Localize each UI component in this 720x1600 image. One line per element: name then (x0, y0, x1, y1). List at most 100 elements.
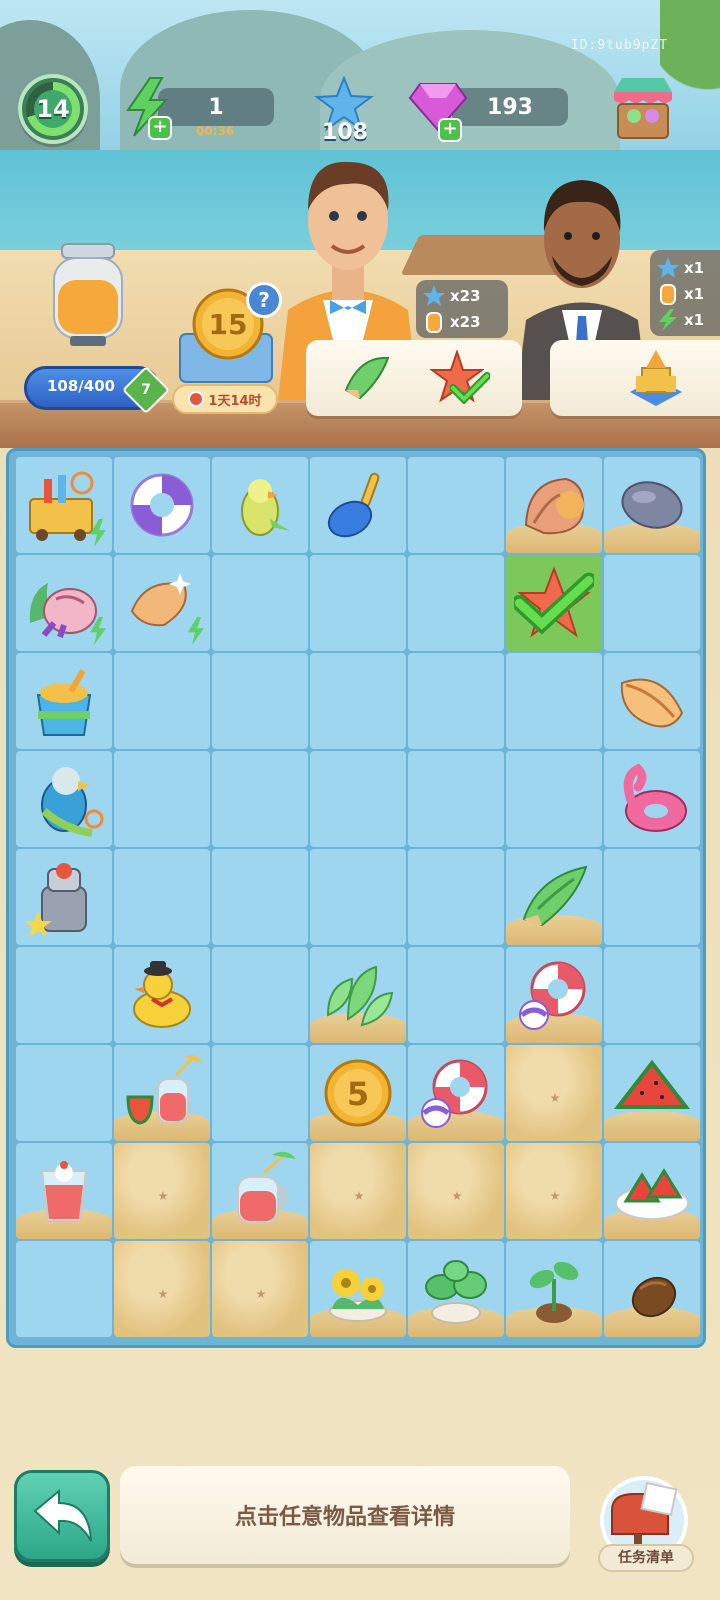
board-cell-empty[interactable] (310, 849, 406, 945)
task-list-label[interactable]: 任务清单 (598, 1544, 694, 1572)
board-cell[interactable] (212, 457, 308, 553)
shop-stall-icon[interactable] (612, 74, 674, 142)
board-cell-empty[interactable] (604, 555, 700, 651)
board-cell-empty[interactable] (212, 555, 308, 651)
board-cell-empty[interactable] (310, 653, 406, 749)
sand-tile[interactable] (310, 1143, 406, 1239)
board-cell[interactable] (16, 1143, 112, 1239)
board-cell-empty[interactable] (506, 751, 602, 847)
board-cell-empty[interactable] (212, 1045, 308, 1141)
level-badge[interactable]: 14 (18, 74, 88, 144)
requirement-row: x1 (656, 308, 704, 332)
parrot-big-icon (41, 767, 104, 837)
board-cell[interactable] (506, 1241, 602, 1337)
board-cell[interactable] (506, 849, 602, 945)
board-cell[interactable] (408, 1241, 504, 1337)
board-cell-empty[interactable] (16, 1241, 112, 1337)
player-id: ID:9tub9pZT (570, 38, 668, 53)
sand-tile[interactable] (506, 1045, 602, 1141)
board-cell[interactable] (114, 1045, 210, 1141)
board-cell[interactable] (506, 947, 602, 1043)
board-cell-empty[interactable] (310, 751, 406, 847)
board-cell-empty[interactable] (408, 555, 504, 651)
board-cell[interactable] (604, 457, 700, 553)
board-cell[interactable] (506, 457, 602, 553)
board-cell-empty[interactable] (114, 751, 210, 847)
sand-tile[interactable] (114, 1143, 210, 1239)
juicer-icon (24, 863, 87, 937)
requirement-row: x23 (422, 310, 481, 334)
board-cell[interactable] (604, 653, 700, 749)
clock-icon (188, 391, 205, 407)
check-icon (514, 572, 594, 635)
board-cell[interactable] (604, 1143, 700, 1239)
board-cell-empty[interactable] (310, 555, 406, 651)
board-cell-empty[interactable] (506, 653, 602, 749)
board-cell-empty[interactable] (408, 947, 504, 1043)
energy-leaves-icon (326, 965, 394, 1027)
board-cell-empty[interactable] (212, 653, 308, 749)
star-icon (423, 285, 445, 306)
sand-tile[interactable] (408, 1143, 504, 1239)
board-cell-empty[interactable] (114, 849, 210, 945)
check-icon (450, 372, 490, 404)
board-cell[interactable] (310, 1241, 406, 1337)
juice-jar-icon[interactable] (48, 240, 128, 350)
board-cell[interactable] (310, 457, 406, 553)
board-cell[interactable] (16, 751, 112, 847)
board-cell[interactable] (114, 457, 210, 553)
back-arrow-icon (33, 1488, 92, 1542)
rubber-duck-icon (133, 961, 191, 1028)
back-button[interactable] (14, 1470, 110, 1562)
order-requirements: x1 x1 x1 (650, 250, 720, 336)
board-cell[interactable] (16, 653, 112, 749)
coin-value: 5 (347, 1075, 369, 1113)
board-cell-empty[interactable] (16, 1045, 112, 1141)
board-cell[interactable] (604, 751, 700, 847)
board-cell-empty[interactable] (212, 849, 308, 945)
parrot-small-icon (241, 479, 290, 536)
offer-timer: 1天14时 (172, 384, 278, 414)
board-cell-empty[interactable] (408, 849, 504, 945)
requirement-amount: x23 (450, 313, 481, 331)
buried-shell-mark (256, 1289, 266, 1299)
board-cell[interactable] (114, 555, 210, 651)
board-cell[interactable] (408, 1045, 504, 1141)
board-cell[interactable]: 5 (310, 1045, 406, 1141)
requirement-row: x1 (656, 256, 704, 280)
order-panel[interactable] (306, 340, 522, 416)
jar-progress-bar[interactable]: 108/400 7 (24, 365, 171, 415)
board-cell-empty[interactable] (604, 947, 700, 1043)
board-cell-empty[interactable] (408, 653, 504, 749)
star-count: 108 (322, 120, 368, 145)
flamingo-float-icon (623, 763, 687, 832)
board-cell[interactable] (16, 457, 112, 553)
board-cell[interactable] (16, 849, 112, 945)
board-cell-empty[interactable] (408, 751, 504, 847)
sand-tile[interactable] (212, 1241, 308, 1337)
board-cell-empty[interactable] (212, 947, 308, 1043)
board-cell[interactable] (310, 947, 406, 1043)
star-icon (657, 257, 679, 278)
board-cell-empty[interactable] (408, 457, 504, 553)
conch-shell-icon (344, 356, 390, 400)
coin-5-icon: 5 (324, 1059, 392, 1127)
board-cell-empty[interactable] (604, 849, 700, 945)
board-cell[interactable] (506, 555, 602, 651)
board-cell[interactable] (212, 1143, 308, 1239)
add-energy-button[interactable]: + (148, 116, 172, 140)
board-cell[interactable] (16, 555, 112, 651)
gem-counter[interactable]: 193 (452, 88, 568, 126)
add-gem-button[interactable]: + (438, 118, 462, 142)
sand-tile[interactable] (506, 1143, 602, 1239)
board-cell-empty[interactable] (16, 947, 112, 1043)
board-cell-empty[interactable] (212, 751, 308, 847)
board-cell[interactable] (114, 947, 210, 1043)
sand-tile[interactable] (114, 1241, 210, 1337)
board-cell[interactable] (604, 1241, 700, 1337)
energy-counter[interactable]: 1 (158, 88, 274, 126)
order-panel[interactable] (550, 340, 720, 416)
board-cell-empty[interactable] (114, 653, 210, 749)
buried-shell-mark (550, 1093, 560, 1103)
board-cell[interactable] (604, 1045, 700, 1141)
